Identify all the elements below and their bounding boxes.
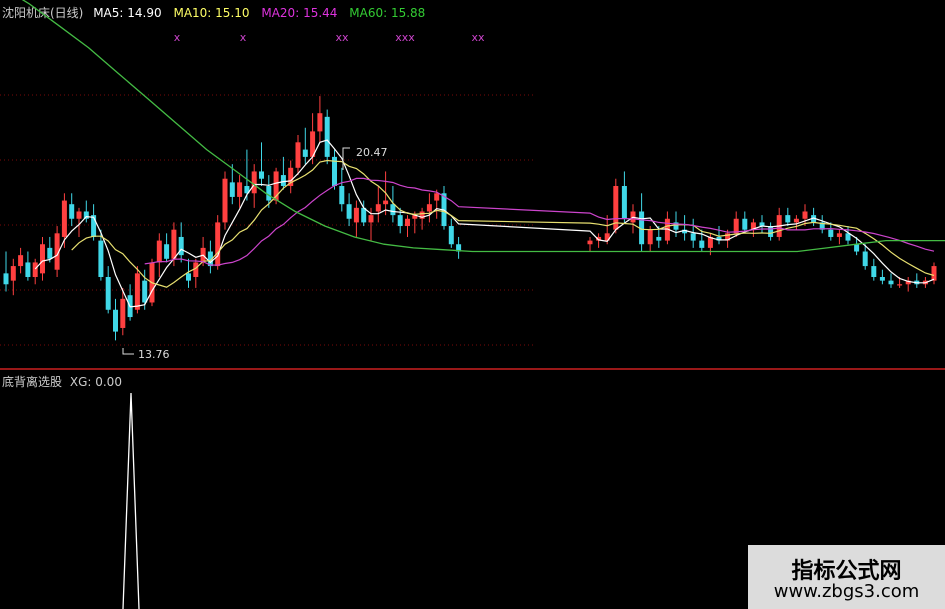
candle-down bbox=[862, 251, 868, 267]
candle-down bbox=[621, 186, 627, 219]
xg-spike bbox=[122, 392, 140, 609]
candle-down bbox=[339, 186, 345, 205]
candle-up bbox=[134, 273, 140, 310]
candle-down bbox=[871, 266, 877, 277]
candle-down bbox=[656, 236, 662, 241]
kline-chart: x x xx xxx xx20.4713.76 bbox=[0, 0, 945, 609]
candle-down bbox=[229, 182, 235, 197]
candle-up bbox=[222, 178, 228, 223]
candle-down bbox=[142, 280, 148, 303]
candle-down bbox=[69, 204, 75, 219]
candle-up bbox=[353, 207, 359, 223]
candle-down bbox=[186, 273, 191, 281]
candle-down bbox=[390, 204, 396, 216]
candle-down bbox=[98, 240, 104, 277]
candle-up bbox=[793, 218, 799, 223]
candle-up bbox=[156, 240, 162, 263]
candle-down bbox=[25, 262, 31, 277]
candle-up bbox=[368, 215, 374, 223]
candle-up bbox=[317, 113, 323, 132]
signal-mark: xx bbox=[471, 31, 485, 44]
candle-up bbox=[647, 229, 653, 245]
candle-down bbox=[448, 226, 454, 245]
candle-down bbox=[828, 229, 834, 237]
candle-down bbox=[879, 277, 885, 281]
candle-down bbox=[785, 215, 791, 223]
low-label: 13.76 bbox=[138, 348, 170, 361]
candle-up bbox=[405, 218, 410, 227]
watermark-url: www.zbgs3.com bbox=[773, 581, 920, 602]
candle-down bbox=[699, 240, 705, 248]
candle-up bbox=[295, 142, 301, 168]
candle-up bbox=[836, 233, 842, 237]
candle-down bbox=[266, 186, 272, 201]
candle-down bbox=[854, 244, 860, 252]
candle-down bbox=[397, 215, 403, 227]
candle-down bbox=[768, 226, 774, 237]
candle-down bbox=[259, 171, 264, 179]
signal-mark: xxx bbox=[395, 31, 415, 44]
candle-down bbox=[302, 149, 308, 157]
candle-up bbox=[251, 171, 257, 194]
candle-down bbox=[164, 244, 170, 259]
candle-up bbox=[10, 266, 16, 281]
candle-up bbox=[18, 255, 24, 267]
candle-up bbox=[215, 222, 221, 267]
candle-up bbox=[61, 200, 67, 237]
candle-down bbox=[361, 207, 367, 223]
candle-down bbox=[690, 233, 696, 241]
candle-up bbox=[383, 200, 389, 205]
ma10-line bbox=[71, 159, 935, 288]
low-pointer bbox=[122, 348, 134, 355]
candle-up bbox=[802, 211, 808, 219]
watermark: 指标公式网 www.zbgs3.com bbox=[748, 545, 945, 609]
candle-down bbox=[47, 247, 53, 259]
signal-mark: x bbox=[240, 31, 247, 44]
candle-up bbox=[120, 298, 126, 328]
candle-up bbox=[375, 204, 381, 212]
candle-down bbox=[324, 116, 330, 157]
candle-up bbox=[426, 204, 432, 212]
candle-up bbox=[40, 244, 45, 274]
candle-down bbox=[346, 204, 352, 219]
candle-down bbox=[742, 218, 748, 230]
high-label: 20.47 bbox=[356, 146, 388, 159]
candle-up bbox=[237, 182, 243, 197]
candle-down bbox=[3, 273, 9, 285]
signal-mark: x bbox=[174, 31, 181, 44]
candle-up bbox=[434, 193, 440, 201]
candle-up bbox=[897, 284, 903, 286]
candle-down bbox=[888, 280, 894, 285]
signal-mark: xx bbox=[335, 31, 349, 44]
candle-down bbox=[105, 277, 111, 310]
candle-up bbox=[587, 240, 593, 245]
candle-down bbox=[280, 175, 286, 186]
candle-up bbox=[76, 211, 82, 219]
candle-down bbox=[113, 309, 118, 332]
candle-up bbox=[32, 262, 38, 277]
ma5-line bbox=[34, 139, 935, 308]
candle-up bbox=[931, 266, 937, 281]
candle-up bbox=[171, 229, 177, 259]
